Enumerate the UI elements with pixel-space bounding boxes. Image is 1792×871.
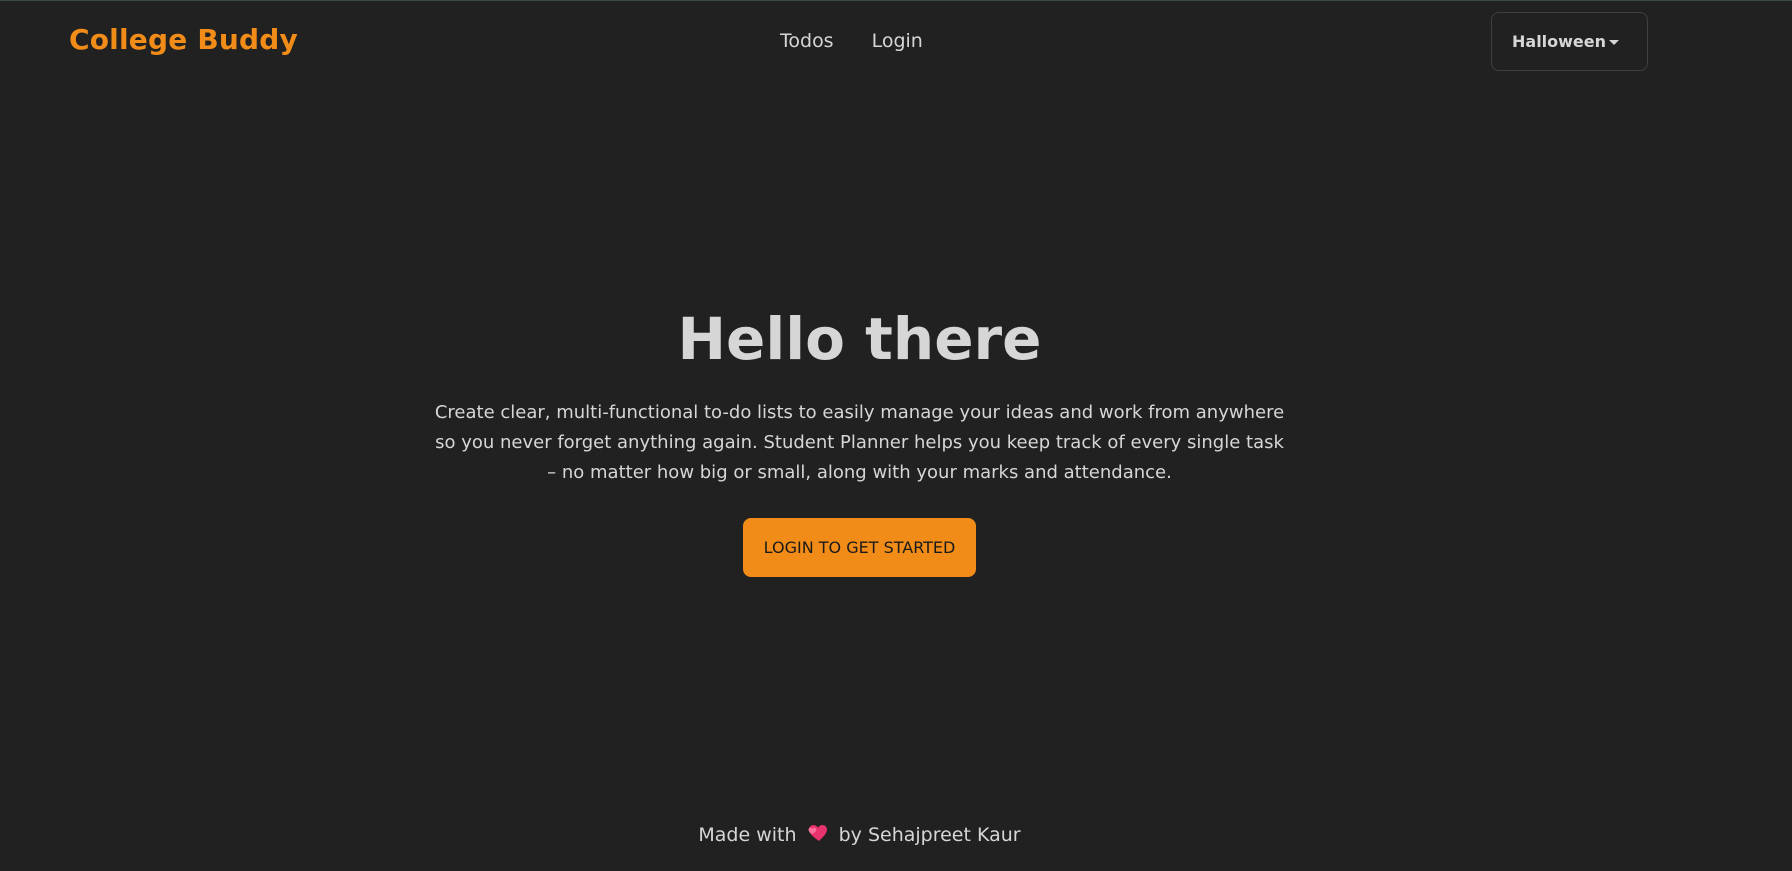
heart-icon xyxy=(807,823,829,848)
theme-select-value: Halloween xyxy=(1512,32,1607,51)
footer: Made with by Sehajpreet Kaur xyxy=(0,823,1719,848)
footer-suffix: by Sehajpreet Kaur xyxy=(838,824,1021,846)
hero-description: Create clear, multi-functional to-do lis… xyxy=(434,402,1285,483)
nav-link-todos[interactable]: Todos xyxy=(780,30,834,52)
login-to-get-started-button[interactable]: LOGIN TO GET STARTED xyxy=(742,518,977,577)
hero: Hello there Create clear, multi-function… xyxy=(0,297,1719,577)
navbar: College Buddy Todos Login Halloween xyxy=(0,1,1792,85)
theme-select[interactable]: Halloween xyxy=(1491,12,1648,71)
page: College Buddy Todos Login Halloween Hell… xyxy=(0,0,1792,871)
footer-prefix: Made with xyxy=(698,824,797,846)
chevron-down-icon xyxy=(1609,40,1619,45)
nav-link-login[interactable]: Login xyxy=(872,30,923,52)
hero-title: Hello there xyxy=(677,305,1042,373)
nav-links: Todos Login xyxy=(780,30,923,52)
brand-logo[interactable]: College Buddy xyxy=(69,23,298,56)
